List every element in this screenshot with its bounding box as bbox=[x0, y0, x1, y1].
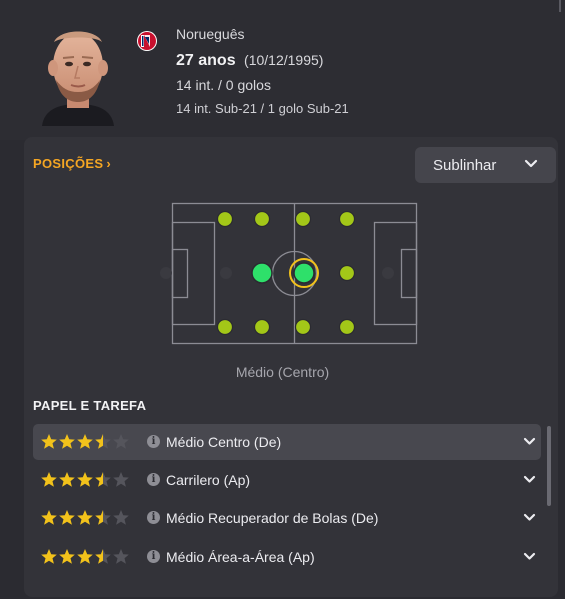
pitch-position-amr[interactable] bbox=[338, 318, 356, 336]
positions-link[interactable]: POSIÇÕES › bbox=[33, 156, 111, 171]
position-pitch bbox=[160, 202, 418, 345]
pitch-position-dc-empty[interactable] bbox=[220, 267, 232, 279]
pitch-position-ml[interactable] bbox=[294, 210, 312, 228]
star-icon bbox=[113, 549, 129, 564]
role-row[interactable]: i Médio Área-a-Área (Ap) bbox=[33, 539, 541, 575]
norway-flag-icon bbox=[137, 31, 157, 51]
pitch-position-amc[interactable] bbox=[338, 264, 356, 282]
role-name: Médio Área-a-Área (Ap) bbox=[166, 549, 315, 565]
highlight-dropdown-label: Sublinhar bbox=[433, 157, 497, 174]
star-icon bbox=[41, 472, 57, 487]
chevron-down-icon bbox=[524, 159, 538, 168]
date-of-birth: (10/12/1995) bbox=[244, 52, 324, 68]
role-name: Médio Centro (De) bbox=[166, 434, 282, 450]
role-rating-stars bbox=[41, 510, 129, 525]
role-duty-title: PAPEL E TAREFA bbox=[33, 398, 147, 413]
star-icon bbox=[113, 472, 129, 487]
pitch-position-mr[interactable] bbox=[294, 318, 312, 336]
info-icon[interactable]: i bbox=[147, 435, 160, 448]
pitch-position-aml[interactable] bbox=[338, 210, 356, 228]
international-caps: 14 int. / 0 golos bbox=[176, 77, 271, 93]
star-icon bbox=[41, 549, 57, 564]
nationality: Norueguês bbox=[176, 26, 245, 42]
info-icon[interactable]: i bbox=[147, 473, 160, 486]
pitch-position-dr[interactable] bbox=[216, 318, 234, 336]
star-icon bbox=[41, 510, 57, 525]
pitch-position-wbr[interactable] bbox=[253, 318, 271, 336]
star-icon bbox=[77, 549, 93, 564]
player-age: 27 anos bbox=[176, 52, 236, 69]
pitch-position-mc[interactable] bbox=[293, 262, 315, 284]
pitch-position-gk-left[interactable] bbox=[160, 267, 172, 279]
role-row[interactable]: i Médio Recuperador de Bolas (De) bbox=[33, 500, 541, 536]
star-icon bbox=[41, 434, 57, 449]
role-row[interactable]: i Carrilero (Ap) bbox=[33, 462, 541, 498]
star-icon bbox=[95, 472, 111, 487]
star-icon bbox=[113, 434, 129, 449]
info-icon[interactable]: i bbox=[147, 550, 160, 563]
chevron-down-icon[interactable] bbox=[523, 437, 536, 446]
star-icon bbox=[59, 472, 75, 487]
u21-caps: 14 int. Sub-21 / 1 golo Sub-21 bbox=[176, 101, 349, 116]
pitch-position-st-empty[interactable] bbox=[382, 267, 394, 279]
pitch-position-wbl[interactable] bbox=[253, 210, 271, 228]
star-icon bbox=[95, 549, 111, 564]
highlight-dropdown[interactable]: Sublinhar bbox=[415, 147, 556, 183]
star-icon bbox=[59, 549, 75, 564]
chevron-down-icon[interactable] bbox=[523, 475, 536, 484]
role-rating-stars bbox=[41, 549, 129, 564]
role-name: Médio Recuperador de Bolas (De) bbox=[166, 510, 379, 526]
player-header: Norueguês 27 anos (10/12/1995) 14 int. /… bbox=[0, 0, 565, 140]
positions-title: POSIÇÕES bbox=[33, 156, 104, 171]
window-edge bbox=[559, 0, 561, 12]
info-icon[interactable]: i bbox=[147, 511, 160, 524]
pitch-position-dm[interactable] bbox=[251, 262, 273, 284]
star-icon bbox=[95, 434, 111, 449]
star-icon bbox=[59, 434, 75, 449]
age-row: 27 anos (10/12/1995) bbox=[176, 52, 323, 70]
pitch-position-dl[interactable] bbox=[216, 210, 234, 228]
chevron-down-icon[interactable] bbox=[523, 513, 536, 522]
star-icon bbox=[59, 510, 75, 525]
chevron-down-icon[interactable] bbox=[523, 552, 536, 561]
role-rating-stars bbox=[41, 472, 129, 487]
star-icon bbox=[77, 510, 93, 525]
star-icon bbox=[77, 434, 93, 449]
star-icon bbox=[113, 510, 129, 525]
role-name: Carrilero (Ap) bbox=[166, 472, 251, 488]
star-icon bbox=[95, 510, 111, 525]
role-row[interactable]: i Médio Centro (De) bbox=[33, 424, 541, 460]
scrollbar[interactable] bbox=[547, 426, 551, 506]
star-icon bbox=[77, 472, 93, 487]
role-rating-stars bbox=[41, 434, 129, 449]
chevron-right-icon: › bbox=[106, 156, 111, 171]
selected-position-label: Médio (Centro) bbox=[235, 364, 330, 380]
player-portrait bbox=[42, 31, 114, 126]
